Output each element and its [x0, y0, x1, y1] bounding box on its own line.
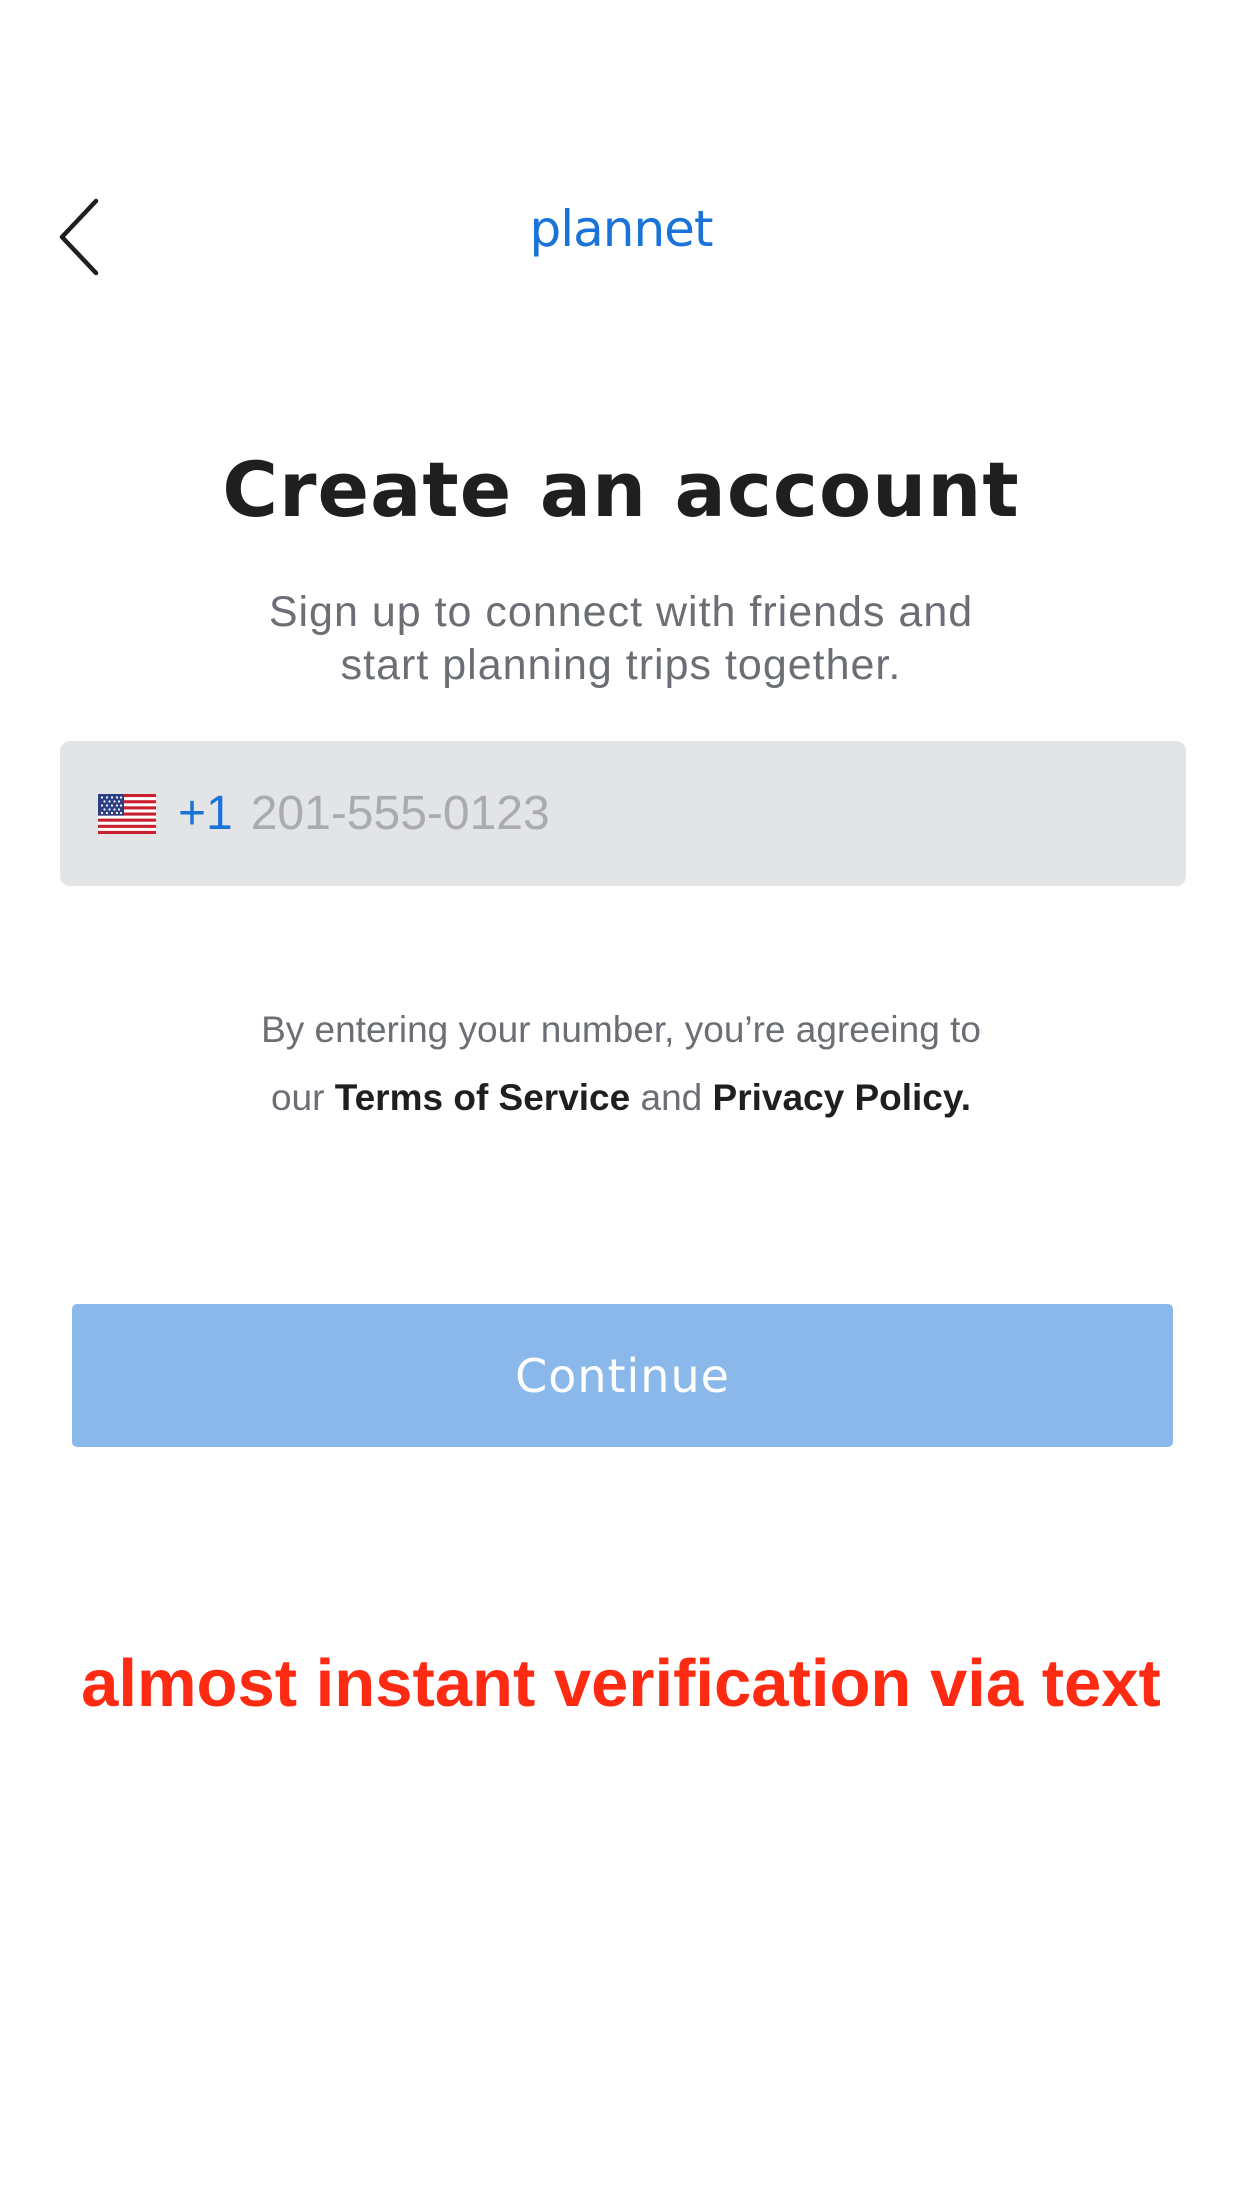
annotation-caption: almost instant verification via text	[81, 1646, 1161, 1721]
terms-of-service-link[interactable]: Terms of Service	[335, 1077, 630, 1118]
phone-number-input[interactable]	[250, 786, 1051, 841]
legal-notice: By entering your number, you’re agreeing…	[171, 996, 1071, 1132]
country-dial-code[interactable]: +1	[178, 786, 233, 841]
legal-line-1: By entering your number, you’re agreeing…	[261, 1009, 981, 1050]
page-subtitle: Sign up to connect with friends and star…	[171, 586, 1071, 692]
page-title: Create an account	[222, 445, 1020, 534]
privacy-policy-link[interactable]: Privacy Policy.	[713, 1077, 971, 1118]
legal-prefix: our	[270, 1077, 325, 1118]
navigation-bar: plannet	[0, 170, 1242, 300]
us-flag-icon[interactable]	[98, 793, 156, 834]
subtitle-line-2: start planning trips together.	[340, 641, 902, 689]
app-logo: plannet	[529, 200, 713, 258]
continue-button[interactable]: Continue	[72, 1304, 1173, 1447]
phone-number-field[interactable]: +1	[60, 741, 1186, 886]
subtitle-line-1: Sign up to connect with friends and	[268, 588, 974, 636]
legal-conjunction: and	[640, 1077, 703, 1118]
